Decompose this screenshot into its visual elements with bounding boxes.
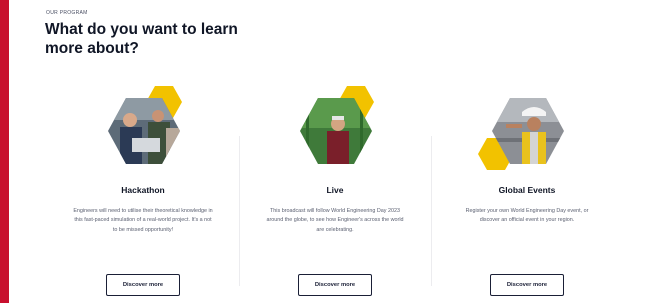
discover-more-button[interactable]: Discover more: [298, 274, 372, 296]
global-events-image: [478, 92, 572, 176]
card-title: Live: [326, 185, 344, 195]
card-description: This broadcast will follow World Enginee…: [266, 208, 404, 233]
card-title: Global Events: [498, 185, 556, 195]
card-description: Register your own World Engineering Day …: [465, 208, 589, 224]
card-title: Hackathon: [121, 185, 165, 195]
live-image: [290, 86, 380, 176]
column-divider: [431, 136, 432, 286]
program-card-global-events: Global Events Register your own World En…: [442, 92, 612, 300]
discover-more-button[interactable]: Discover more: [106, 274, 180, 296]
program-card-live: Live This broadcast will follow World En…: [250, 86, 420, 300]
hackathon-image: [98, 86, 188, 176]
discover-more-button[interactable]: Discover more: [490, 274, 564, 296]
card-description: Engineers will need to utilise their the…: [73, 208, 213, 233]
column-divider: [239, 136, 240, 286]
section-eyebrow: OUR PROGRAM: [46, 10, 88, 16]
accent-bar: [0, 0, 9, 303]
program-card-hackathon: Hackathon Engineers will need to utilise…: [58, 86, 228, 300]
section-heading: What do you want to learn more about?: [45, 21, 238, 57]
